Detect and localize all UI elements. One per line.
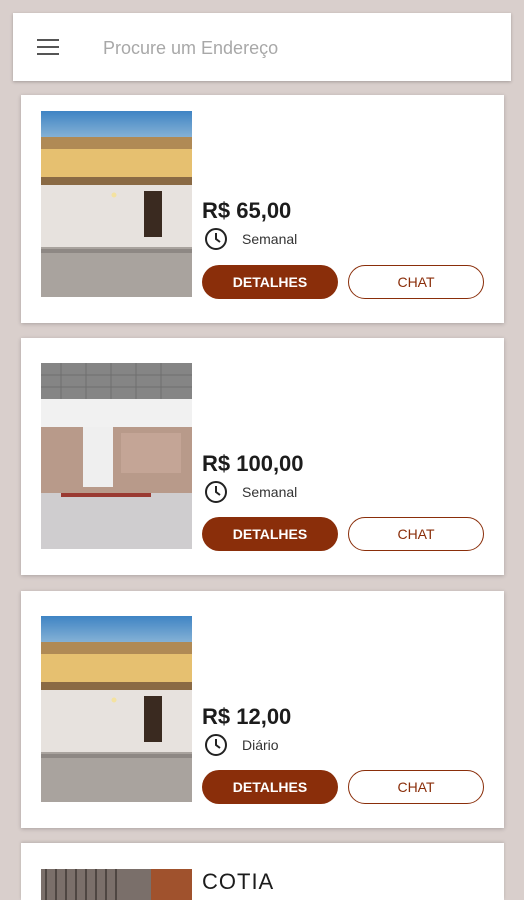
chat-button[interactable]: CHAT <box>348 770 484 804</box>
listing-price: R$ 100,00 <box>202 451 304 476</box>
listing-card[interactable]: COTIA <box>21 843 504 900</box>
listing-frequency: Semanal <box>242 231 298 247</box>
chat-button[interactable]: CHAT <box>348 517 484 551</box>
listing-photo[interactable] <box>41 111 192 297</box>
details-button[interactable]: DETALHES <box>202 265 338 299</box>
clock-icon <box>205 481 227 503</box>
listing-frequency: Diário <box>242 737 279 753</box>
listing-card[interactable]: R$ 12,00 Diário DETALHES CHAT <box>21 591 504 828</box>
listing-photo[interactable] <box>41 869 192 900</box>
listing-card[interactable]: R$ 65,00 Semanal DETALHES CHAT <box>21 95 504 323</box>
listing-title: COTIA <box>202 869 275 894</box>
details-button[interactable]: DETALHES <box>202 770 338 804</box>
search-bar <box>13 13 511 81</box>
listing-photo[interactable] <box>41 363 192 549</box>
listing-frequency: Semanal <box>242 484 298 500</box>
clock-icon <box>205 734 227 756</box>
listing-price: R$ 12,00 <box>202 704 292 729</box>
search-input[interactable] <box>101 33 495 63</box>
chat-button[interactable]: CHAT <box>348 265 484 299</box>
listing-card[interactable]: R$ 100,00 Semanal DETALHES CHAT <box>21 338 504 575</box>
listing-price: R$ 65,00 <box>202 198 292 223</box>
listing-photo[interactable] <box>41 616 192 802</box>
clock-icon <box>205 228 227 250</box>
menu-icon[interactable] <box>37 39 59 55</box>
details-button[interactable]: DETALHES <box>202 517 338 551</box>
